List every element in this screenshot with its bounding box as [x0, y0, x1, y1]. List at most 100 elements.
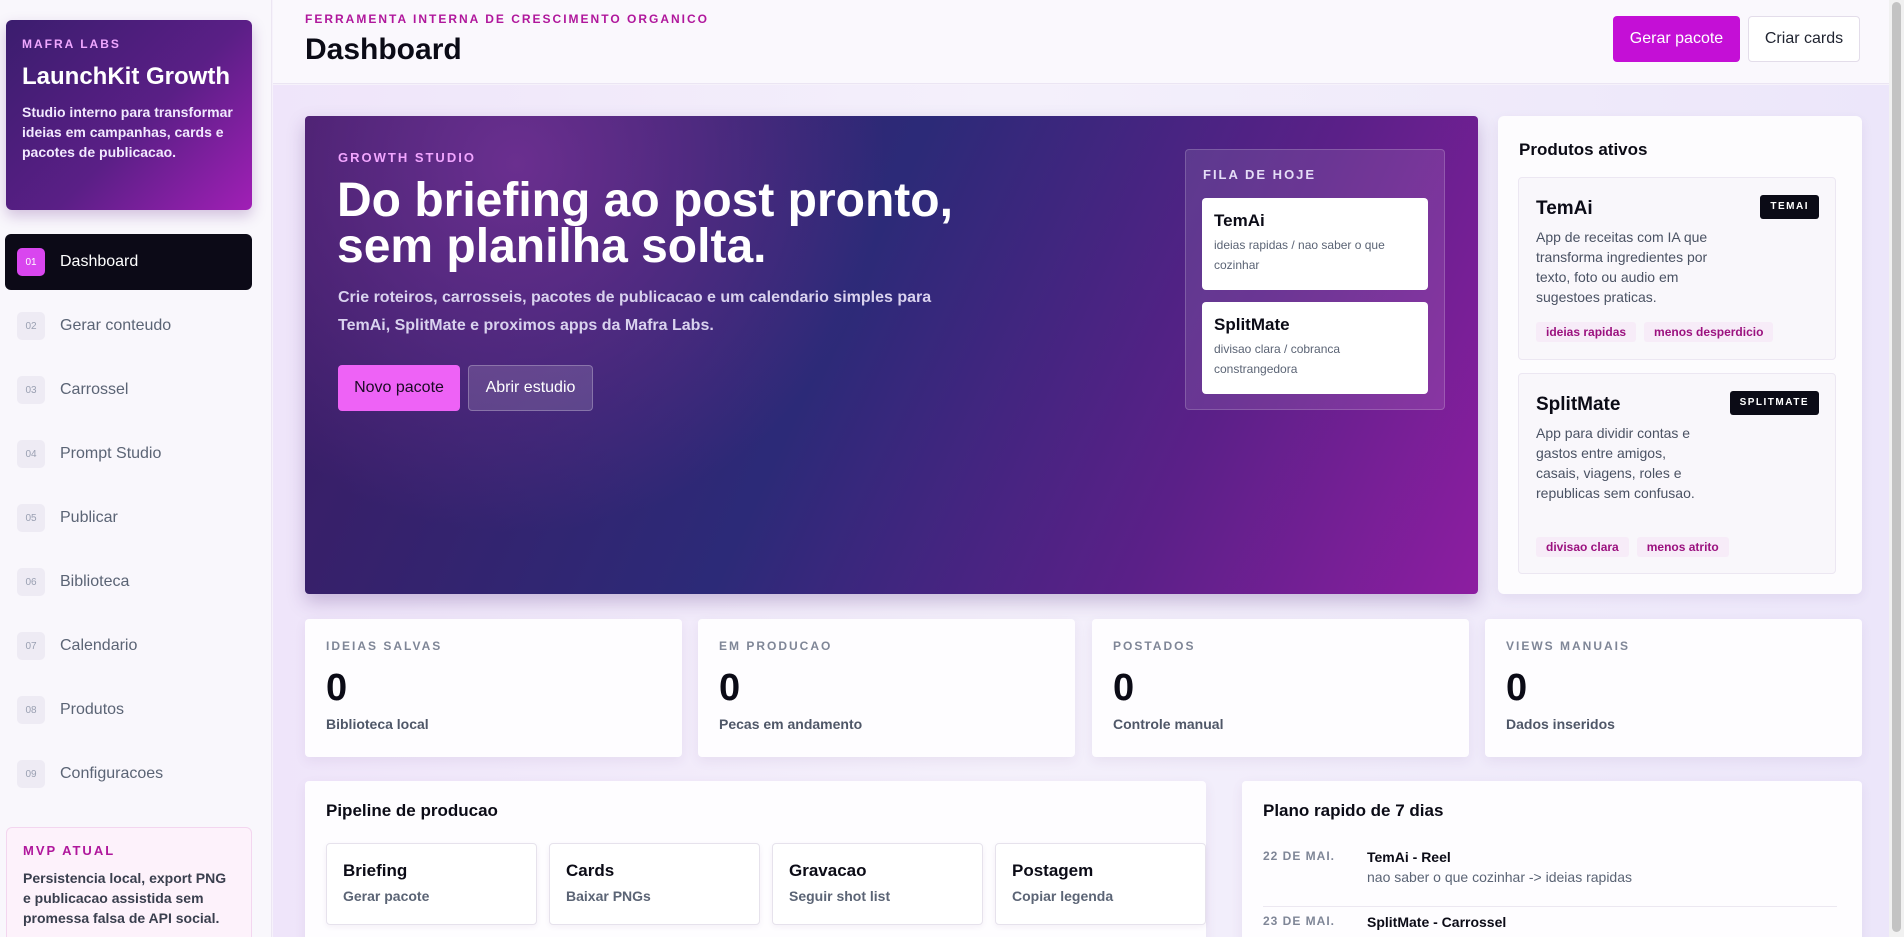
topbar: FERRAMENTA INTERNA DE CRESCIMENTO ORGANI…: [273, 0, 1904, 84]
plan-name: TemAi - Reel: [1367, 849, 1451, 865]
product-description: App para dividir contas e gastos entre a…: [1536, 425, 1695, 501]
stat-sub: Dados inseridos: [1506, 716, 1615, 732]
product-card-splitmate[interactable]: SplitMate SPLITMATE App para dividir con…: [1518, 373, 1836, 574]
sidebar-item-carrossel[interactable]: 03 Carrossel: [5, 362, 252, 418]
gerar-pacote-button[interactable]: Gerar pacote: [1613, 16, 1740, 62]
sidebar-item-publicar[interactable]: 05 Publicar: [5, 490, 252, 546]
sidebar-item-produtos[interactable]: 08 Produtos: [5, 682, 252, 738]
sidebar-item-label: Prompt Studio: [60, 445, 162, 462]
nav-number: 07: [17, 632, 45, 660]
product-tags: divisao clara menos atrito: [1536, 537, 1729, 557]
stat-value: 0: [1113, 667, 1135, 709]
sidebar-item-label: Biblioteca: [60, 573, 130, 590]
nav-number: 05: [17, 504, 45, 532]
novo-pacote-button[interactable]: Novo pacote: [338, 365, 460, 411]
stat-value: 0: [1506, 667, 1528, 709]
stat-value: 0: [719, 667, 741, 709]
active-products-panel: Produtos ativos TemAi TEMAI App de recei…: [1498, 116, 1862, 594]
queue-item-sub: ideias rapidas / nao saber o que cozinha…: [1214, 238, 1385, 272]
sidebar-item-label: Configuracoes: [60, 765, 164, 782]
mvp-text: Persistencia local, export PNG e publica…: [23, 870, 227, 926]
sidebar-item-label: Dashboard: [60, 253, 139, 270]
stage-name: Cards: [566, 861, 615, 880]
nav-number: 02: [17, 312, 45, 340]
sidebar-item-dashboard[interactable]: 01 Dashboard: [5, 234, 252, 290]
queue-item-name: SplitMate: [1214, 315, 1290, 334]
nav-number: 09: [17, 760, 45, 788]
queue-item[interactable]: SplitMate divisao clara / cobranca const…: [1202, 302, 1428, 394]
stat-sub: Biblioteca local: [326, 716, 429, 732]
sidebar-item-label: Publicar: [60, 509, 118, 526]
page-scrollbar[interactable]: [1889, 0, 1904, 937]
stat-card-postados: POSTADOS 0 Controle manual: [1092, 619, 1469, 757]
abrir-estudio-button[interactable]: Abrir estudio: [468, 365, 593, 411]
nav-number: 03: [17, 376, 45, 404]
hero-description: Crie roteiros, carrosseis, pacotes de pu…: [338, 289, 932, 334]
sidebar: MAFRA LABS LaunchKit Growth Studio inter…: [0, 0, 272, 937]
plan-row[interactable]: 23 DE MAI. SplitMate - Carrossel: [1263, 908, 1837, 937]
seven-day-plan: Plano rapido de 7 dias 22 DE MAI. TemAi …: [1242, 781, 1862, 937]
pipeline-stage-gravacao[interactable]: Gravacao Seguir shot list: [772, 843, 983, 925]
queue-item[interactable]: TemAi ideias rapidas / nao saber o que c…: [1202, 198, 1428, 290]
product-badge: TEMAI: [1760, 195, 1819, 219]
product-tag: ideias rapidas: [1536, 322, 1637, 342]
scrollbar-thumb[interactable]: [1892, 2, 1901, 932]
stat-label: EM PRODUCAO: [719, 639, 833, 653]
criar-cards-button[interactable]: Criar cards: [1748, 16, 1860, 62]
product-card-temai[interactable]: TemAi TEMAI App de receitas com IA que t…: [1518, 177, 1836, 360]
main-content: GROWTH STUDIO Do briefing ao post pronto…: [273, 85, 1904, 937]
product-tag: divisao clara: [1536, 537, 1629, 557]
product-name: SplitMate: [1536, 394, 1621, 415]
stage-name: Postagem: [1012, 861, 1094, 880]
sidebar-item-prompt-studio[interactable]: 04 Prompt Studio: [5, 426, 252, 482]
stat-card-em-producao: EM PRODUCAO 0 Pecas em andamento: [698, 619, 1075, 757]
sidebar-item-label: Produtos: [60, 701, 125, 718]
brand-description: Studio interno para transformar ideias e…: [22, 104, 233, 160]
sidebar-item-biblioteca[interactable]: 06 Biblioteca: [5, 554, 252, 610]
sidebar-item-label: Calendario: [60, 637, 138, 654]
stat-label: IDEIAS SALVAS: [326, 639, 443, 653]
hero-title: Do briefing ao post pronto, sem planilha…: [337, 174, 953, 273]
stat-sub: Pecas em andamento: [719, 716, 863, 732]
page-title: Dashboard: [305, 33, 462, 66]
sidebar-item-label: Carrossel: [60, 381, 129, 398]
plan-name: SplitMate - Carrossel: [1367, 914, 1507, 930]
plan-date: 23 DE MAI.: [1263, 914, 1336, 928]
stage-sub: Seguir shot list: [789, 888, 891, 904]
production-pipeline: Pipeline de producao Briefing Gerar paco…: [305, 781, 1206, 937]
brand-title: LaunchKit Growth: [22, 63, 230, 90]
sidebar-item-gerar-conteudo[interactable]: 02 Gerar conteudo: [5, 298, 252, 354]
pipeline-stage-postagem[interactable]: Postagem Copiar legenda: [995, 843, 1206, 925]
stage-sub: Copiar legenda: [1012, 888, 1114, 904]
plan-title: Plano rapido de 7 dias: [1263, 801, 1444, 820]
stat-label: POSTADOS: [1113, 639, 1196, 653]
sidebar-nav: 01 Dashboard 02 Gerar conteudo 03 Carros…: [5, 234, 252, 810]
pipeline-title: Pipeline de producao: [326, 801, 498, 820]
pipeline-stage-cards[interactable]: Cards Baixar PNGs: [549, 843, 760, 925]
sidebar-item-label: Gerar conteudo: [60, 317, 172, 334]
nav-number: 06: [17, 568, 45, 596]
product-badge: SPLITMATE: [1729, 391, 1819, 415]
hero-kicker: GROWTH STUDIO: [338, 150, 476, 165]
product-tag: menos atrito: [1636, 537, 1729, 557]
today-queue: FILA DE HOJE TemAi ideias rapidas / nao …: [1185, 149, 1445, 410]
sidebar-item-configuracoes[interactable]: 09 Configuracoes: [5, 746, 252, 802]
products-title: Produtos ativos: [1519, 140, 1648, 159]
pipeline-stage-briefing[interactable]: Briefing Gerar pacote: [326, 843, 537, 925]
nav-number: 01: [17, 248, 45, 276]
stat-card-ideias-salvas: IDEIAS SALVAS 0 Biblioteca local: [305, 619, 682, 757]
mvp-card: MVP ATUAL Persistencia local, export PNG…: [6, 827, 252, 937]
brand-kicker: MAFRA LABS: [22, 37, 121, 51]
nav-number: 04: [17, 440, 45, 468]
sidebar-item-calendario[interactable]: 07 Calendario: [5, 618, 252, 674]
stage-name: Gravacao: [789, 861, 867, 880]
plan-sub: nao saber o que cozinhar -> ideias rapid…: [1367, 869, 1633, 885]
queue-item-name: TemAi: [1214, 211, 1265, 230]
queue-item-sub: divisao clara / cobranca constrangedora: [1214, 342, 1341, 376]
brand-card: MAFRA LABS LaunchKit Growth Studio inter…: [6, 20, 252, 210]
stage-name: Briefing: [343, 861, 408, 880]
plan-date: 22 DE MAI.: [1263, 849, 1336, 863]
topbar-kicker: FERRAMENTA INTERNA DE CRESCIMENTO ORGANI…: [305, 12, 710, 26]
plan-row[interactable]: 22 DE MAI. TemAi - Reel nao saber o que …: [1263, 843, 1837, 907]
product-description: App de receitas com IA que transforma in…: [1536, 229, 1708, 305]
